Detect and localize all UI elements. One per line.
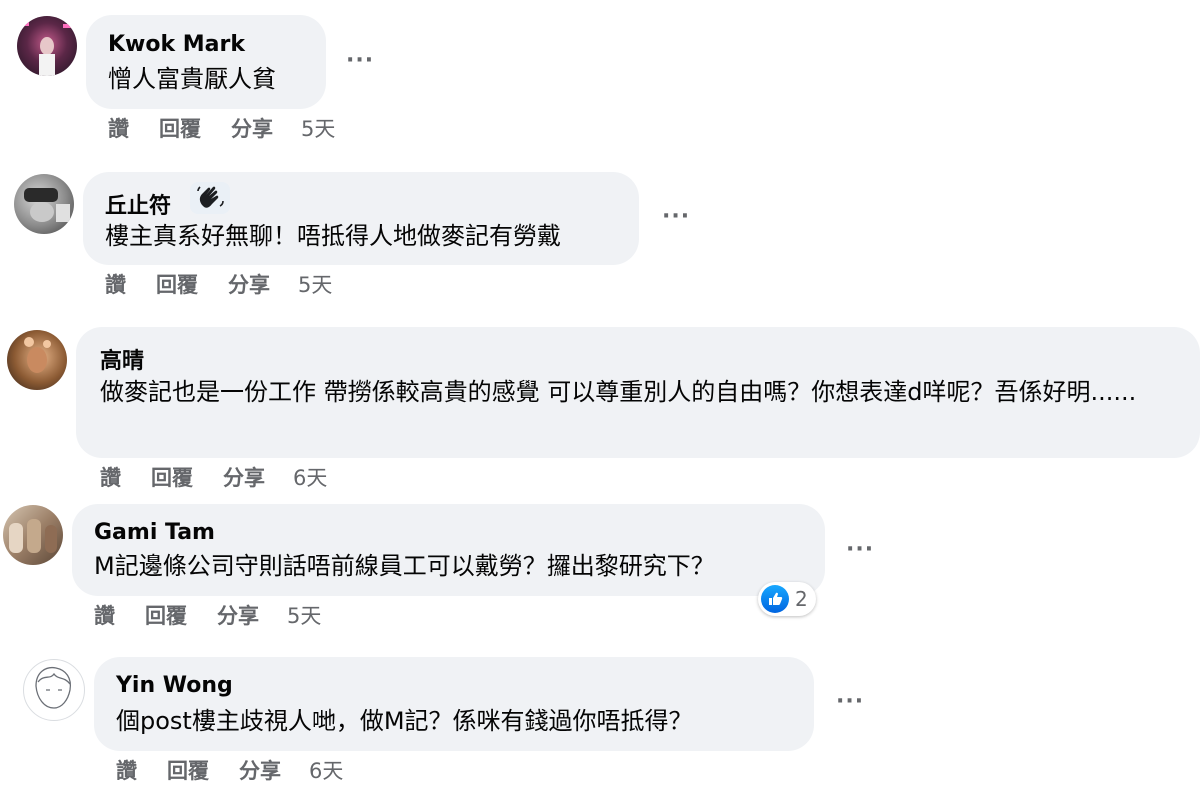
like-button[interactable]: 讚 xyxy=(94,600,115,630)
contributor-badge xyxy=(190,182,230,214)
comment-author[interactable]: 高晴 xyxy=(100,343,144,375)
comment-timestamp[interactable]: 5天 xyxy=(301,113,335,143)
comment-timestamp[interactable]: 6天 xyxy=(309,755,343,785)
avatar-image xyxy=(24,188,70,222)
more-options-icon[interactable]: ··· xyxy=(846,537,874,562)
share-button[interactable]: 分享 xyxy=(228,269,270,299)
comment-author[interactable]: 丘止符 xyxy=(105,188,171,220)
comment-actions: 讚 回覆 分享 6天 xyxy=(100,462,327,492)
like-button[interactable]: 讚 xyxy=(100,462,121,492)
reaction-count: 2 xyxy=(795,587,808,611)
more-options-icon[interactable]: ··· xyxy=(662,204,690,229)
avatar[interactable] xyxy=(23,659,85,721)
reply-button[interactable]: 回覆 xyxy=(145,600,187,630)
like-button[interactable]: 讚 xyxy=(116,755,137,785)
like-button[interactable]: 讚 xyxy=(108,113,129,143)
like-reaction-icon xyxy=(761,585,789,613)
reply-button[interactable]: 回覆 xyxy=(156,269,198,299)
comment-text: 憎人富貴厭人貧 xyxy=(108,65,276,93)
reply-button[interactable]: 回覆 xyxy=(159,113,201,143)
share-button[interactable]: 分享 xyxy=(239,755,281,785)
avatar[interactable] xyxy=(17,16,77,76)
comment-timestamp[interactable]: 6天 xyxy=(293,462,327,492)
comment-timestamp[interactable]: 5天 xyxy=(298,269,332,299)
share-button[interactable]: 分享 xyxy=(217,600,259,630)
comment-text: 樓主真系好無聊！唔抵得人地做麥記有勞戴 xyxy=(105,222,561,250)
more-options-icon[interactable]: ··· xyxy=(346,48,374,73)
comment-timestamp[interactable]: 5天 xyxy=(287,600,321,630)
avatar[interactable] xyxy=(7,330,67,390)
comment-author[interactable]: Yin Wong xyxy=(116,673,233,698)
more-options-icon[interactable]: ··· xyxy=(836,689,864,714)
share-button[interactable]: 分享 xyxy=(223,462,265,492)
comment-actions: 讚 回覆 分享 5天 xyxy=(94,600,321,630)
reaction-summary[interactable]: 2 xyxy=(758,582,816,616)
avatar-image xyxy=(9,519,57,553)
avatar-image xyxy=(24,337,51,373)
comment-actions: 讚 回覆 分享 5天 xyxy=(108,113,335,143)
comment-actions: 讚 回覆 分享 6天 xyxy=(116,755,343,785)
reply-button[interactable]: 回覆 xyxy=(151,462,193,492)
comment-text: M記邊條公司守則話唔前線員工可以戴勞？攞出黎研究下？ xyxy=(94,552,715,580)
avatar[interactable] xyxy=(14,174,74,234)
share-button[interactable]: 分享 xyxy=(231,113,273,143)
like-button[interactable]: 讚 xyxy=(105,269,126,299)
comment-actions: 讚 回覆 分享 5天 xyxy=(105,269,332,299)
avatar[interactable] xyxy=(3,505,63,565)
comment-text: 做麥記也是一份工作 帶撈係較高貴的感覺 可以尊重別人的自由嗎？你想表達d咩呢？吾… xyxy=(100,378,1137,406)
comment-author[interactable]: Kwok Mark xyxy=(108,32,245,57)
avatar-image xyxy=(35,666,72,709)
comment-text: 個post樓主歧視人哋，做M記？係咪有錢過你唔抵得？ xyxy=(116,707,693,735)
waving-hand-icon xyxy=(197,186,224,208)
avatar-image xyxy=(21,22,72,76)
comment-author[interactable]: Gami Tam xyxy=(94,520,215,545)
reply-button[interactable]: 回覆 xyxy=(167,755,209,785)
